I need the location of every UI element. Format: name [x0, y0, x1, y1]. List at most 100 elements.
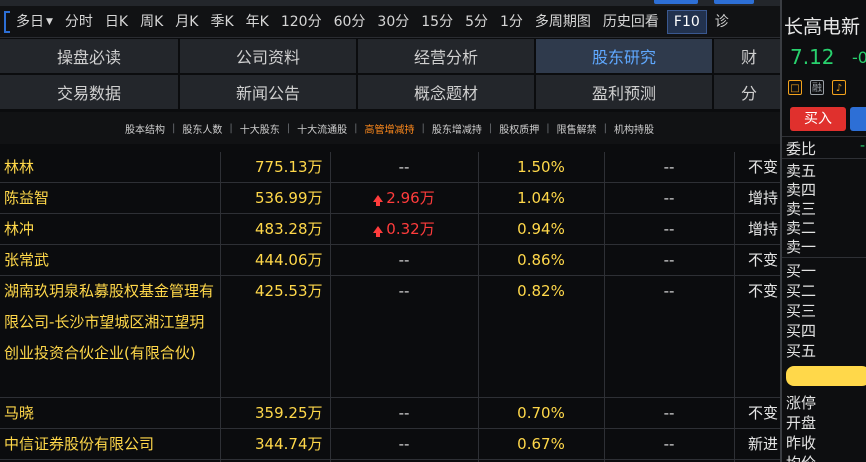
sub-tab-1[interactable]: 股本结构	[125, 121, 165, 136]
separator: |	[229, 122, 233, 134]
holding-status: 不变	[748, 251, 779, 269]
table-row: 张常武 444.06万 -- 0.86% -- 不变	[0, 245, 780, 276]
table-row: 湖南玖玥泉私募股权基金管理有限公司-长沙市望城区湘江望玥创业投资合伙企业(有限合…	[0, 276, 780, 398]
holding-extra: --	[663, 158, 675, 176]
nav-tab-5[interactable]: 财	[714, 39, 784, 73]
period-item-17[interactable]: 诊	[709, 6, 735, 38]
quote-label: 涨停	[786, 394, 817, 412]
period-item-3[interactable]: 日K	[99, 6, 134, 38]
period-item-14[interactable]: 多周期图	[529, 6, 597, 38]
sell-level-label: 卖三	[786, 200, 817, 218]
top-strip-indicator	[714, 0, 754, 4]
nav-tab-3[interactable]: 概念题材	[358, 75, 534, 109]
period-item-9[interactable]: 60分	[328, 6, 372, 38]
holding-shares: 483.28万	[255, 220, 323, 238]
holding-shares: 444.06万	[255, 251, 323, 269]
sell-button[interactable]	[850, 107, 866, 131]
quote-label: 开盘	[786, 414, 817, 432]
holding-extra: --	[663, 251, 675, 269]
period-item-15[interactable]: 历史回看	[597, 6, 665, 38]
separator: |	[421, 122, 425, 134]
period-item-6[interactable]: 季K	[204, 6, 239, 38]
period-item-2[interactable]: 分时	[59, 6, 99, 38]
divider	[782, 158, 866, 159]
holding-change-value: 0.32万	[386, 220, 435, 238]
holding-ratio: 0.82%	[517, 282, 565, 300]
period-item-10[interactable]: 30分	[371, 6, 415, 38]
period-item-12[interactable]: 5分	[459, 6, 494, 38]
holding-status: 增持	[748, 189, 779, 207]
holding-change: 0.32万	[330, 214, 478, 245]
holder-name: 湖南玖玥泉私募股权基金管理有限公司-长沙市望城区湘江望玥创业投资合伙企业(有限合…	[4, 282, 215, 362]
nav-tab-1[interactable]: 操盘必读	[0, 39, 178, 73]
sub-tab-4[interactable]: 十大流通股	[297, 121, 347, 136]
holding-shares: 359.25万	[255, 404, 323, 422]
holding-shares: 344.74万	[255, 435, 323, 453]
sub-tab-2[interactable]: 股东人数	[182, 121, 222, 136]
buy-level-label: 买四	[786, 322, 817, 340]
holding-ratio: 0.67%	[517, 435, 565, 453]
nav-tab-2[interactable]: 新闻公告	[180, 75, 356, 109]
weibi-value: -0	[860, 138, 866, 154]
holding-status: 不变	[748, 404, 779, 422]
holding-ratio: 0.70%	[517, 404, 565, 422]
period-item-5[interactable]: 月K	[169, 6, 204, 38]
arrow-up-icon	[373, 195, 384, 206]
stock-name: 长高电新	[784, 16, 861, 38]
period-toolbar: 多日 ▼ 分时 日K 周K 月K 季K 年K 120分 60分 30分 15分 5分 1分 多周期图 历史回看…	[0, 6, 780, 38]
sub-tab-9[interactable]: 机构持股	[614, 121, 654, 136]
holder-name: 马晓	[4, 404, 35, 422]
sell-level-label: 卖二	[786, 219, 817, 237]
nav-tab-4[interactable]: 盈利预测	[536, 75, 712, 109]
sub-tab-7[interactable]: 股权质押	[499, 121, 539, 136]
caret-down-icon: ▼	[46, 16, 53, 27]
separator: |	[286, 122, 291, 134]
nav-tab-3[interactable]: 经营分析	[358, 39, 534, 73]
period-item-8[interactable]: 120分	[275, 6, 328, 38]
separator: |	[546, 122, 550, 134]
nav-tab-2[interactable]: 公司资料	[180, 39, 356, 73]
weibi-label: 委比	[786, 140, 817, 158]
nav-tab-5[interactable]: 分	[714, 75, 784, 109]
holder-name: 陈益智	[4, 189, 50, 207]
buy-level-label: 买二	[786, 282, 817, 300]
period-item-13[interactable]: 1分	[494, 6, 529, 38]
holding-extra: --	[663, 220, 675, 238]
holding-change: --	[398, 251, 410, 269]
period-item-16[interactable]: F10	[666, 9, 707, 34]
table-row: 马晓 359.25万 -- 0.70% -- 不变	[0, 398, 780, 429]
bell-icon[interactable]: ♪	[832, 80, 846, 95]
buy-level-label: 买一	[786, 262, 817, 280]
holding-change: --	[398, 404, 410, 422]
period-item-7[interactable]: 年K	[240, 6, 275, 38]
financing-icon[interactable]: 融	[810, 80, 824, 95]
period-item-4[interactable]: 周K	[134, 6, 169, 38]
holder-name: 张常武	[4, 251, 50, 269]
table-row: 陈益智 536.99万 2.96万 1.04% -- 增持	[0, 183, 780, 214]
period-item-1[interactable]: 多日 ▼	[10, 6, 59, 38]
sub-tab-8[interactable]: 限售解禁	[557, 121, 597, 136]
holding-status: 增持	[748, 220, 779, 238]
holding-ratio: 0.86%	[517, 251, 565, 269]
sub-tab-6[interactable]: 股东增减持	[432, 121, 482, 136]
buy-button[interactable]: 买入	[790, 107, 846, 131]
stock-price: 7.12	[790, 45, 835, 69]
table-row: 中信证券股份有限公司 344.74万 -- 0.67% -- 新进	[0, 429, 780, 460]
holding-change: --	[398, 435, 410, 453]
divider	[782, 136, 866, 137]
sub-tab-5[interactable]: 高管增减持	[365, 121, 415, 136]
nav-tab-4[interactable]: 股东研究	[536, 39, 712, 73]
stock-price-change: -0	[852, 48, 866, 67]
holding-status: 新进	[748, 435, 779, 453]
holding-extra: --	[663, 404, 675, 422]
holding-extra: --	[663, 435, 675, 453]
sell-level-label: 卖四	[786, 181, 817, 199]
separator: |	[488, 122, 493, 134]
holder-name: 林冲	[4, 220, 35, 238]
flag-icon[interactable]: □	[788, 80, 802, 95]
period-item-11[interactable]: 15分	[415, 6, 459, 38]
holding-status: 不变	[748, 282, 779, 300]
nav-tab-1[interactable]: 交易数据	[0, 75, 178, 109]
sub-tab-3[interactable]: 十大股东	[240, 121, 280, 136]
separator: |	[354, 122, 358, 134]
